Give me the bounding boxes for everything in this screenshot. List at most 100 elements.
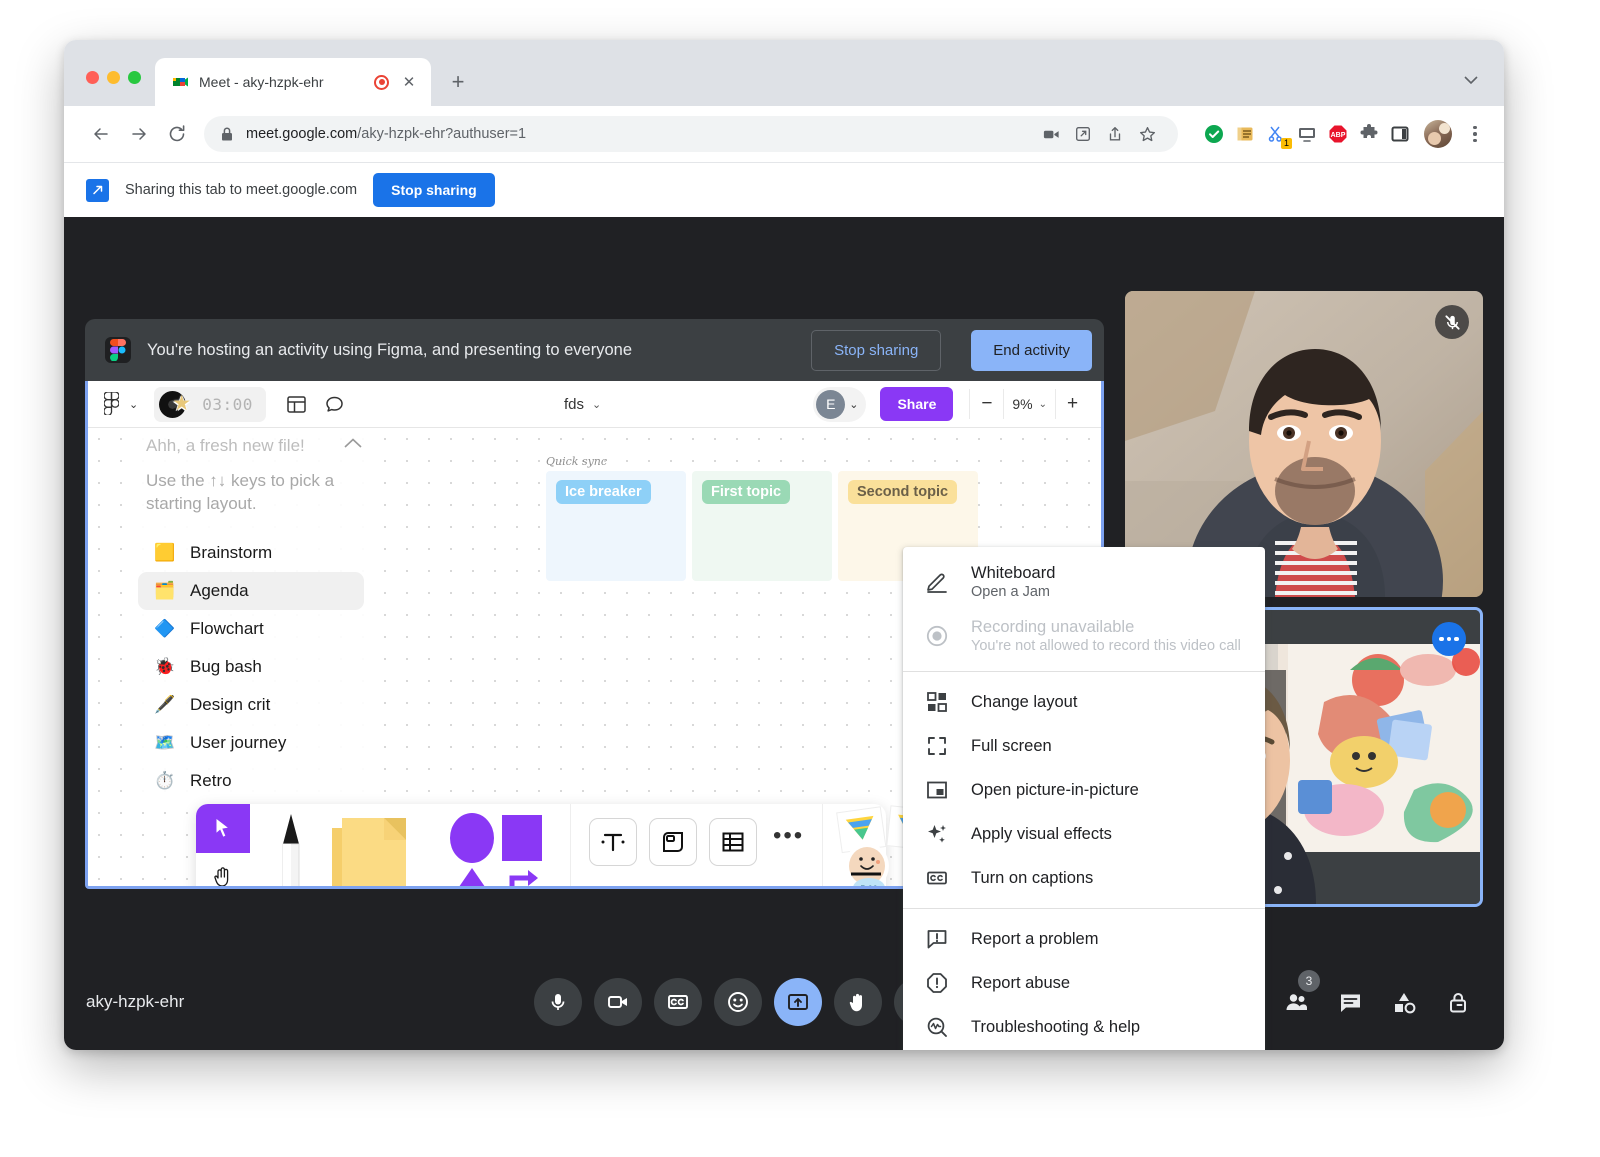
chevron-down-icon[interactable] (1464, 73, 1478, 88)
profile-avatar[interactable] (1424, 120, 1452, 148)
activities-button[interactable] (1382, 980, 1426, 1024)
template-icon: 🗂️ (154, 582, 176, 599)
figma-menu-icon[interactable] (104, 392, 121, 416)
people-button[interactable]: 3 (1274, 980, 1318, 1024)
whiteboard-pen-icon (925, 570, 949, 594)
figjam-filename[interactable]: fds ⌄ (356, 396, 809, 413)
menu-item-turn-on-captions[interactable]: Turn on captions (903, 856, 1265, 900)
forward-button[interactable] (122, 117, 156, 151)
menu-item-report-abuse[interactable]: Report abuse (903, 961, 1265, 1005)
microphone-button[interactable] (534, 978, 582, 1026)
menu-item-change-layout[interactable]: Change layout (903, 680, 1265, 724)
figjam-tool-palette: ••• (196, 804, 886, 886)
adblock-plus-icon[interactable]: ABP (1324, 120, 1352, 148)
hand-pan-icon[interactable] (196, 851, 250, 886)
canvas-column-label[interactable]: Ice breaker (556, 480, 651, 504)
camera-icon[interactable] (1036, 119, 1066, 149)
templates-panel-icon[interactable] (280, 387, 314, 421)
camera-button[interactable] (594, 978, 642, 1026)
canvas-column-label[interactable]: Second topic (848, 480, 957, 504)
present-button[interactable] (774, 978, 822, 1026)
menu-item-troubleshooting-help[interactable]: Troubleshooting & help (903, 1005, 1265, 1049)
share-icon[interactable] (1100, 119, 1130, 149)
canvas-column[interactable]: Ice breaker (546, 471, 686, 581)
template-item-design-crit[interactable]: 🖋️Design crit (138, 686, 364, 724)
window-traffic-lights (64, 71, 141, 106)
figjam-share-button[interactable]: Share (880, 387, 953, 421)
template-picker-hint: Use the ↑↓ keys to pick a starting layou… (130, 456, 372, 534)
template-item-user-journey[interactable]: 🗺️User journey (138, 724, 364, 762)
template-item-retro[interactable]: ⏱️Retro (138, 762, 364, 800)
full-screen-icon (925, 734, 949, 758)
raise-hand-button[interactable] (834, 978, 882, 1026)
menu-item-apply-visual-effects[interactable]: Apply visual effects (903, 812, 1265, 856)
template-item-flowchart[interactable]: 🔷Flowchart (138, 610, 364, 648)
pen-tool-icon[interactable] (268, 808, 314, 886)
notes-extension-icon[interactable] (1231, 120, 1259, 148)
menu-item-report-a-problem[interactable]: Report a problem (903, 917, 1265, 961)
canvas-column-label[interactable]: First topic (702, 480, 790, 504)
template-item-bug-bash[interactable]: 🐞Bug bash (138, 648, 364, 686)
mic-off-icon (1435, 305, 1469, 339)
figjam-collaborators[interactable]: E ⌄ (813, 387, 866, 422)
cast-desktop-icon[interactable] (1293, 120, 1321, 148)
text-tool-icon[interactable] (589, 818, 637, 866)
host-controls-button[interactable] (1436, 980, 1480, 1024)
side-panel-icon[interactable] (1386, 120, 1414, 148)
menu-item-text: Report abuse (971, 974, 1070, 993)
new-tab-button[interactable]: + (443, 67, 473, 97)
template-icon: 🖋️ (154, 696, 176, 713)
captions-button[interactable] (654, 978, 702, 1026)
menu-item-open-picture-in-picture[interactable]: Open picture-in-picture (903, 768, 1265, 812)
cursor-arrow-icon[interactable] (196, 804, 250, 851)
menu-item-settings[interactable]: Settings (903, 1049, 1265, 1050)
avatar-chevron-down-icon[interactable]: ⌄ (849, 398, 858, 411)
shapes-tool-icon[interactable] (440, 808, 570, 886)
omnibox-actions (1036, 119, 1162, 149)
back-button[interactable] (84, 117, 118, 151)
zoom-level-display[interactable]: 9% ⌄ (1003, 389, 1055, 419)
template-label: Flowchart (190, 619, 264, 639)
filename-chevron-down-icon[interactable]: ⌄ (592, 398, 601, 411)
figma-menu-chevron-down-icon[interactable]: ⌄ (129, 398, 138, 411)
scissors-clip-icon[interactable]: 1 (1262, 120, 1290, 148)
browser-window: Meet - aky-hzpk-ehr ✕ + meet.google.com/… (64, 40, 1504, 1050)
template-item-brainstorm[interactable]: 🟨Brainstorm (138, 534, 364, 572)
close-window-button[interactable] (86, 71, 99, 84)
figma-stop-sharing-button[interactable]: Stop sharing (811, 330, 941, 371)
zoom-in-button[interactable]: + (1055, 389, 1089, 419)
chevron-up-icon[interactable] (344, 436, 366, 451)
browser-tab[interactable]: Meet - aky-hzpk-ehr ✕ (155, 58, 431, 106)
open-in-new-icon[interactable] (1068, 119, 1098, 149)
more-options-icon[interactable] (1432, 622, 1466, 656)
close-tab-icon[interactable]: ✕ (399, 72, 419, 92)
puzzle-piece-icon[interactable] (1355, 120, 1383, 148)
figma-logo-icon (105, 337, 131, 363)
zoom-out-button[interactable]: − (969, 389, 1003, 419)
more-tools-icon[interactable]: ••• (773, 822, 804, 850)
stop-sharing-chrome-button[interactable]: Stop sharing (373, 173, 495, 207)
figma-end-activity-button[interactable]: End activity (971, 330, 1092, 371)
chrome-menu-icon[interactable] (1462, 119, 1488, 149)
template-list: 🟨Brainstorm🗂️Agenda🔷Flowchart🐞Bug bash🖋️… (130, 534, 372, 800)
menu-item-whiteboard[interactable]: WhiteboardOpen a Jam (903, 555, 1265, 609)
chat-button[interactable] (1328, 980, 1372, 1024)
template-icon: 🟨 (154, 544, 176, 561)
menu-item-full-screen[interactable]: Full screen (903, 724, 1265, 768)
canvas-column[interactable]: First topic (692, 471, 832, 581)
figjam-timer[interactable]: ★ 03:00 (154, 387, 266, 422)
section-tool-icon[interactable] (649, 818, 697, 866)
comment-bubble-icon[interactable] (318, 387, 352, 421)
table-tool-icon[interactable] (709, 818, 757, 866)
minimize-window-button[interactable] (107, 71, 120, 84)
maximize-window-button[interactable] (128, 71, 141, 84)
lock-icon (220, 126, 234, 142)
bookmark-star-icon[interactable] (1132, 119, 1162, 149)
checkmark-green-icon[interactable] (1200, 120, 1228, 148)
address-bar[interactable]: meet.google.com/aky-hzpk-ehr?authuser=1 (204, 116, 1178, 152)
reactions-button[interactable] (714, 978, 762, 1026)
reload-button[interactable] (160, 117, 194, 151)
template-item-agenda[interactable]: 🗂️Agenda (138, 572, 364, 610)
tab-recording-indicator-icon[interactable] (374, 75, 389, 90)
sticky-note-icon[interactable] (318, 810, 436, 886)
